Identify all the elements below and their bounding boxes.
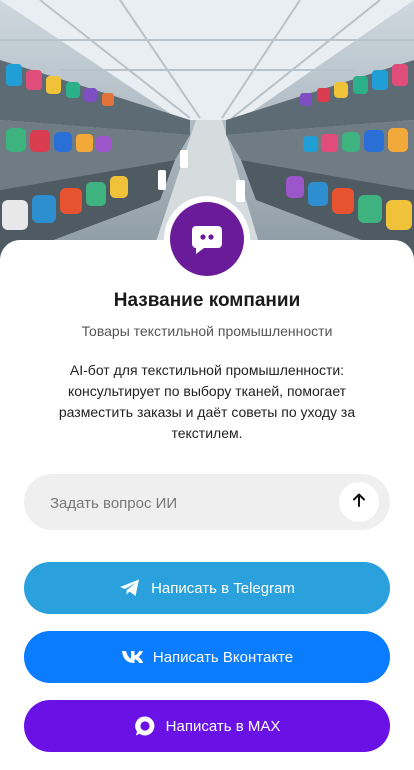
vk-button-label: Написать Вконтакте [152, 648, 294, 666]
company-description: AI-бот для текстильной промышленности: к… [58, 362, 356, 441]
avatar [164, 196, 250, 282]
max-button-label: Написать в MAX [165, 717, 281, 735]
telegram-plane-icon [119, 578, 141, 598]
company-subtitle: Товары текстильной промышленности [81, 323, 333, 339]
max-chat-icon [134, 715, 156, 737]
send-button[interactable] [339, 482, 379, 522]
telegram-button-label: Написать в Telegram [151, 579, 295, 597]
vk-logo-icon [121, 650, 143, 664]
company-name: Название компании [113, 290, 301, 311]
vk-button[interactable]: Написать Вконтакте [24, 631, 390, 683]
arrow-up-icon [351, 492, 367, 513]
telegram-button[interactable]: Написать в Telegram [24, 562, 390, 614]
chat-bot-icon [170, 202, 244, 276]
ask-ai-input[interactable] [48, 474, 352, 532]
max-button[interactable]: Написать в MAX [24, 700, 390, 752]
ask-ai-bar [24, 474, 390, 532]
